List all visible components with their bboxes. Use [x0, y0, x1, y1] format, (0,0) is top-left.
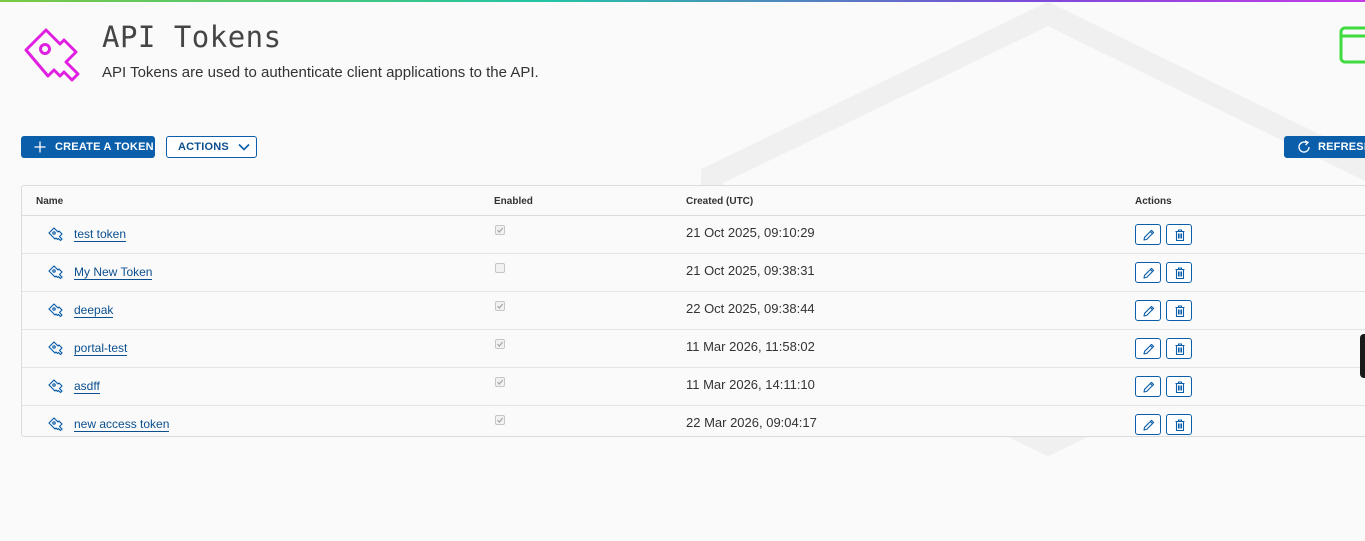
created-date: 11 Mar 2026, 11:58:02	[686, 339, 815, 354]
enabled-checkbox	[495, 377, 505, 387]
key-icon	[24, 28, 80, 82]
edit-token-button[interactable]	[1135, 262, 1161, 283]
table-header: Name Enabled Created (UTC) Actions	[22, 186, 1365, 216]
token-key-icon	[48, 265, 63, 280]
created-date: 11 Mar 2026, 14:11:10	[686, 377, 815, 392]
table-row: test token 21 Oct 2025, 09:10:29	[22, 216, 1365, 254]
edit-token-button[interactable]	[1135, 224, 1161, 245]
tokens-table: Name Enabled Created (UTC) Actions test …	[21, 185, 1365, 437]
delete-token-button[interactable]	[1166, 224, 1192, 245]
check-icon	[497, 417, 504, 423]
token-key-icon	[48, 417, 63, 432]
create-token-label: CREATE A TOKEN	[55, 141, 154, 153]
token-name-link[interactable]: My New Token	[74, 266, 153, 280]
trash-icon	[1175, 229, 1185, 242]
edit-icon	[1143, 229, 1155, 241]
page-title: API Tokens	[102, 20, 282, 54]
check-icon	[497, 379, 504, 385]
token-key-icon	[48, 341, 63, 356]
table-row: new access token 22 Mar 2026, 09:04:17	[22, 406, 1365, 443]
created-date: 21 Oct 2025, 09:10:29	[686, 225, 815, 240]
delete-token-button[interactable]	[1166, 414, 1192, 435]
plus-icon	[34, 141, 46, 153]
table-body: test token 21 Oct 2025, 09:10:29 My New To…	[22, 216, 1365, 443]
created-date: 22 Mar 2026, 09:04:17	[686, 415, 817, 430]
token-key-icon	[48, 379, 63, 394]
side-panel-handle[interactable]	[1360, 334, 1365, 378]
column-header-actions: Actions	[1135, 196, 1172, 207]
edit-token-button[interactable]	[1135, 338, 1161, 359]
create-token-button[interactable]: CREATE A TOKEN	[21, 136, 155, 158]
trash-icon	[1175, 343, 1185, 356]
page-subtitle: API Tokens are used to authenticate clie…	[102, 64, 539, 81]
token-key-icon	[48, 227, 63, 242]
table-row: deepak 22 Oct 2025, 09:38:44	[22, 292, 1365, 330]
check-icon	[497, 303, 504, 309]
table-row: portal-test 11 Mar 2026, 11:58:02	[22, 330, 1365, 368]
trash-icon	[1175, 381, 1185, 394]
token-name-link[interactable]: asdff	[74, 380, 100, 394]
column-header-name[interactable]: Name	[36, 196, 63, 207]
edit-icon	[1143, 267, 1155, 279]
browser-window-icon[interactable]	[1338, 25, 1365, 65]
edit-icon	[1143, 381, 1155, 393]
token-name-link[interactable]: deepak	[74, 304, 114, 318]
edit-icon	[1143, 419, 1155, 431]
column-header-created[interactable]: Created (UTC)	[686, 196, 753, 207]
delete-token-button[interactable]	[1166, 262, 1192, 283]
enabled-checkbox	[495, 225, 505, 235]
refresh-icon	[1298, 140, 1310, 153]
check-icon	[497, 227, 504, 233]
created-date: 21 Oct 2025, 09:38:31	[686, 263, 815, 278]
table-row: My New Token 21 Oct 2025, 09:38:31	[22, 254, 1365, 292]
edit-icon	[1143, 305, 1155, 317]
actions-label: ACTIONS	[178, 141, 229, 153]
table-row: asdff 11 Mar 2026, 14:11:10	[22, 368, 1365, 406]
edit-token-button[interactable]	[1135, 376, 1161, 397]
token-name-link[interactable]: test token	[74, 228, 127, 242]
chevron-down-icon	[238, 143, 250, 151]
column-header-enabled[interactable]: Enabled	[494, 196, 533, 207]
check-icon	[497, 341, 504, 347]
token-name-link[interactable]: portal-test	[74, 342, 128, 356]
refresh-label: REFRESH	[1318, 141, 1365, 153]
delete-token-button[interactable]	[1166, 376, 1192, 397]
edit-token-button[interactable]	[1135, 300, 1161, 321]
delete-token-button[interactable]	[1166, 300, 1192, 321]
edit-token-button[interactable]	[1135, 414, 1161, 435]
trash-icon	[1175, 267, 1185, 280]
enabled-checkbox	[495, 339, 505, 349]
enabled-checkbox	[495, 301, 505, 311]
trash-icon	[1175, 419, 1185, 432]
created-date: 22 Oct 2025, 09:38:44	[686, 301, 815, 316]
enabled-checkbox	[495, 415, 505, 425]
refresh-button[interactable]: REFRESH	[1284, 136, 1365, 158]
token-name-link[interactable]: new access token	[74, 418, 170, 432]
actions-dropdown-button[interactable]: ACTIONS	[166, 136, 257, 158]
edit-icon	[1143, 343, 1155, 355]
delete-token-button[interactable]	[1166, 338, 1192, 359]
enabled-checkbox	[495, 263, 505, 273]
token-key-icon	[48, 303, 63, 318]
trash-icon	[1175, 305, 1185, 318]
